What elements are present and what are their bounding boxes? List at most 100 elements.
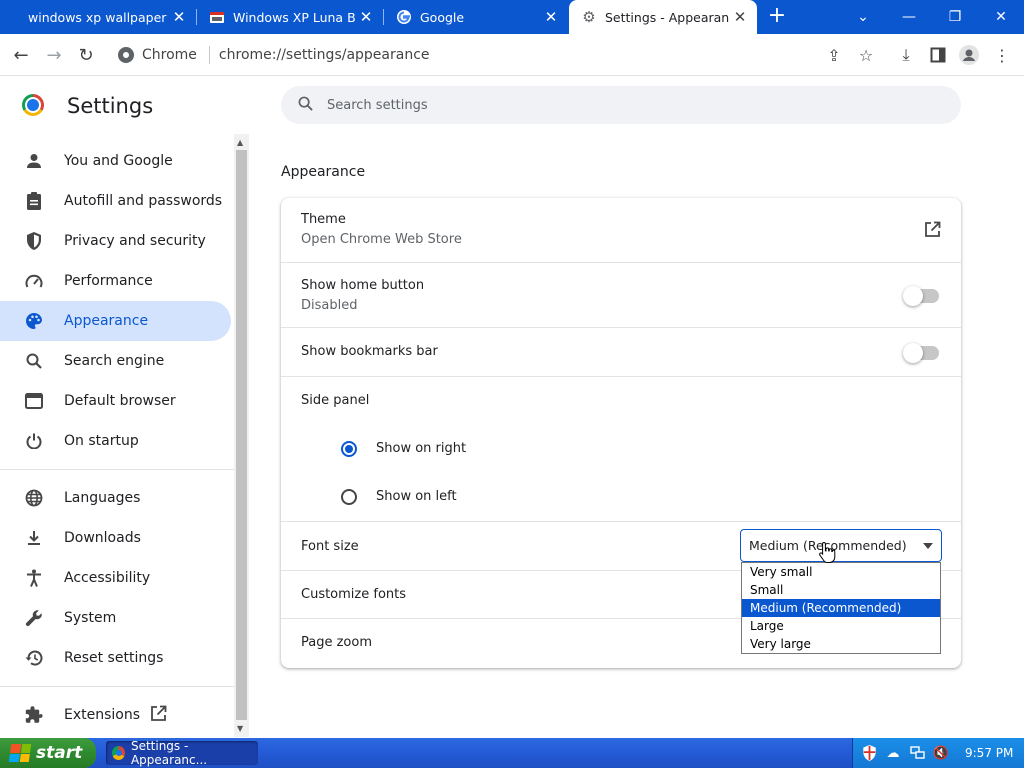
hand-cursor-icon bbox=[819, 541, 836, 563]
side-panel-left-radio[interactable] bbox=[341, 489, 357, 505]
network-disconnected-icon[interactable]: ☁ bbox=[885, 745, 901, 761]
wrench-icon bbox=[24, 608, 44, 628]
profile-avatar-icon[interactable] bbox=[958, 44, 980, 66]
browser-toolbar: ← → ↻ Chrome chrome://settings/appearanc… bbox=[0, 34, 1024, 76]
side-panel-icon[interactable] bbox=[927, 44, 949, 66]
close-window-icon[interactable]: ✕ bbox=[978, 0, 1024, 34]
bookmark-star-icon[interactable]: ☆ bbox=[855, 44, 877, 66]
back-arrow-icon[interactable]: ← bbox=[8, 42, 34, 68]
tab-windows-xp-wallpaper[interactable]: windows xp wallpaper ✕ bbox=[0, 0, 196, 34]
xp-taskbar: start Settings - Appearanc... ☁ 🔇 9:57 P… bbox=[0, 738, 1024, 768]
sidebar-item-label: Default browser bbox=[64, 393, 176, 409]
scroll-up-arrow-icon[interactable]: ▲ bbox=[237, 138, 243, 147]
side-panel-left-label[interactable]: Show on left bbox=[376, 489, 457, 504]
sidebar-item-performance[interactable]: Performance bbox=[0, 261, 231, 301]
font-option-very-large[interactable]: Very large bbox=[742, 635, 940, 653]
scroll-down-arrow-icon[interactable]: ▼ bbox=[237, 724, 243, 733]
bookmarks-bar-row[interactable]: Show bookmarks bar bbox=[281, 327, 961, 376]
puzzle-icon bbox=[24, 705, 44, 725]
sidebar-item-languages[interactable]: Languages bbox=[0, 478, 231, 518]
sidebar-scrollbar[interactable]: ▲ ▼ bbox=[234, 134, 249, 737]
sidebar-item-search-engine[interactable]: Search engine bbox=[0, 341, 231, 381]
sidebar-item-accessibility[interactable]: Accessibility bbox=[0, 558, 231, 598]
sidebar-item-label: Privacy and security bbox=[64, 233, 206, 249]
site-info-chip[interactable]: Chrome bbox=[108, 47, 197, 63]
font-option-very-small[interactable]: Very small bbox=[742, 563, 940, 581]
sidebar-item-default-browser[interactable]: Default browser bbox=[0, 381, 231, 421]
tab-google[interactable]: Google ✕ bbox=[384, 0, 568, 34]
taskbar-item-label: Settings - Appearanc... bbox=[130, 739, 208, 767]
open-in-new-icon[interactable] bbox=[923, 220, 941, 238]
share-icon[interactable]: ⇪ bbox=[823, 44, 845, 66]
tab-title: windows xp wallpaper bbox=[28, 9, 167, 25]
font-size-label: Font size bbox=[301, 539, 359, 554]
home-button-row[interactable]: Show home button Disabled bbox=[281, 262, 961, 327]
clock[interactable]: 9:57 PM bbox=[965, 746, 1013, 760]
sidebar-item-autofill[interactable]: Autofill and passwords bbox=[0, 181, 231, 221]
tab-title: Settings - Appearance bbox=[605, 9, 729, 25]
toggle-knob bbox=[903, 286, 923, 306]
page-favicon-icon bbox=[210, 12, 224, 23]
globe-icon bbox=[24, 488, 44, 508]
search-settings-box[interactable] bbox=[281, 86, 961, 124]
bookmarks-bar-toggle[interactable] bbox=[903, 343, 939, 363]
sidebar-item-you-and-google[interactable]: You and Google bbox=[0, 141, 231, 181]
start-button[interactable]: start bbox=[0, 738, 96, 768]
bookmarks-bar-label: Show bookmarks bar bbox=[301, 344, 438, 359]
sidebar-item-downloads[interactable]: Downloads bbox=[0, 518, 231, 558]
tab-search-chevron-icon[interactable]: ⌄ bbox=[840, 0, 886, 34]
font-option-small[interactable]: Small bbox=[742, 581, 940, 599]
restore-window-icon[interactable]: ❐ bbox=[932, 0, 978, 34]
sidebar-divider bbox=[0, 469, 234, 470]
close-icon[interactable]: ✕ bbox=[355, 6, 377, 28]
sidebar-item-label: Languages bbox=[64, 490, 141, 506]
address-bar[interactable]: Chrome chrome://settings/appearance bbox=[108, 39, 888, 71]
sidebar-item-reset-settings[interactable]: Reset settings bbox=[0, 638, 231, 678]
start-label: start bbox=[36, 743, 83, 763]
network-computers-icon[interactable] bbox=[909, 745, 925, 761]
theme-row[interactable]: Theme Open Chrome Web Store bbox=[281, 198, 961, 262]
minimize-icon[interactable]: — bbox=[886, 0, 932, 34]
sidebar-item-extensions[interactable]: Extensions bbox=[0, 695, 231, 735]
system-tray: ☁ 🔇 9:57 PM bbox=[852, 738, 1024, 768]
scrollbar-thumb[interactable] bbox=[236, 150, 247, 720]
close-icon[interactable]: ✕ bbox=[540, 6, 562, 28]
toggle-knob bbox=[903, 343, 923, 363]
font-size-select[interactable]: Medium (Recommended) bbox=[740, 529, 942, 562]
close-icon[interactable]: ✕ bbox=[729, 6, 751, 28]
download-icon bbox=[24, 528, 44, 548]
sidebar-item-system[interactable]: System bbox=[0, 598, 231, 638]
font-option-medium[interactable]: Medium (Recommended) bbox=[742, 599, 940, 617]
side-panel-right-radio[interactable] bbox=[341, 441, 357, 457]
sidebar-item-privacy[interactable]: Privacy and security bbox=[0, 221, 231, 261]
sidebar-item-appearance[interactable]: Appearance bbox=[0, 301, 231, 341]
font-option-large[interactable]: Large bbox=[742, 617, 940, 635]
tab-windows-xp-luna-blue[interactable]: Windows XP Luna Blue ✕ bbox=[197, 0, 383, 34]
search-input[interactable] bbox=[327, 97, 887, 113]
taskbar-item-chrome[interactable]: Settings - Appearanc... bbox=[106, 739, 258, 767]
sidebar-item-on-startup[interactable]: On startup bbox=[0, 421, 231, 461]
forward-arrow-icon[interactable]: → bbox=[41, 42, 67, 68]
chrome-icon bbox=[112, 746, 125, 760]
side-panel-right-label[interactable]: Show on right bbox=[376, 441, 466, 456]
omnibox-divider bbox=[208, 46, 210, 64]
more-menu-icon[interactable]: ⋮ bbox=[991, 44, 1013, 66]
reload-icon[interactable]: ↻ bbox=[73, 42, 99, 68]
sidebar-item-label: On startup bbox=[64, 433, 139, 449]
browser-icon bbox=[24, 391, 44, 411]
download-icon[interactable]: ⤓ bbox=[895, 44, 917, 66]
font-size-dropdown: Very small Small Medium (Recommended) La… bbox=[741, 562, 941, 654]
volume-muted-icon[interactable]: 🔇 bbox=[933, 745, 949, 761]
tab-settings-appearance[interactable]: ⚙ Settings - Appearance ✕ bbox=[569, 0, 757, 34]
close-icon[interactable]: ✕ bbox=[168, 6, 190, 28]
security-shield-icon[interactable] bbox=[861, 745, 877, 761]
chevron-down-icon bbox=[923, 543, 933, 549]
sidebar-item-label: Autofill and passwords bbox=[64, 193, 223, 209]
sidebar-item-label: Accessibility bbox=[64, 570, 151, 586]
sidebar-item-label: Reset settings bbox=[64, 650, 164, 666]
url-text[interactable]: chrome://settings/appearance bbox=[219, 47, 430, 63]
home-button-sublabel: Disabled bbox=[301, 298, 358, 313]
new-tab-plus-icon[interactable]: + bbox=[765, 5, 789, 29]
sidebar-item-label: Search engine bbox=[64, 353, 165, 369]
home-button-toggle[interactable] bbox=[903, 286, 939, 306]
